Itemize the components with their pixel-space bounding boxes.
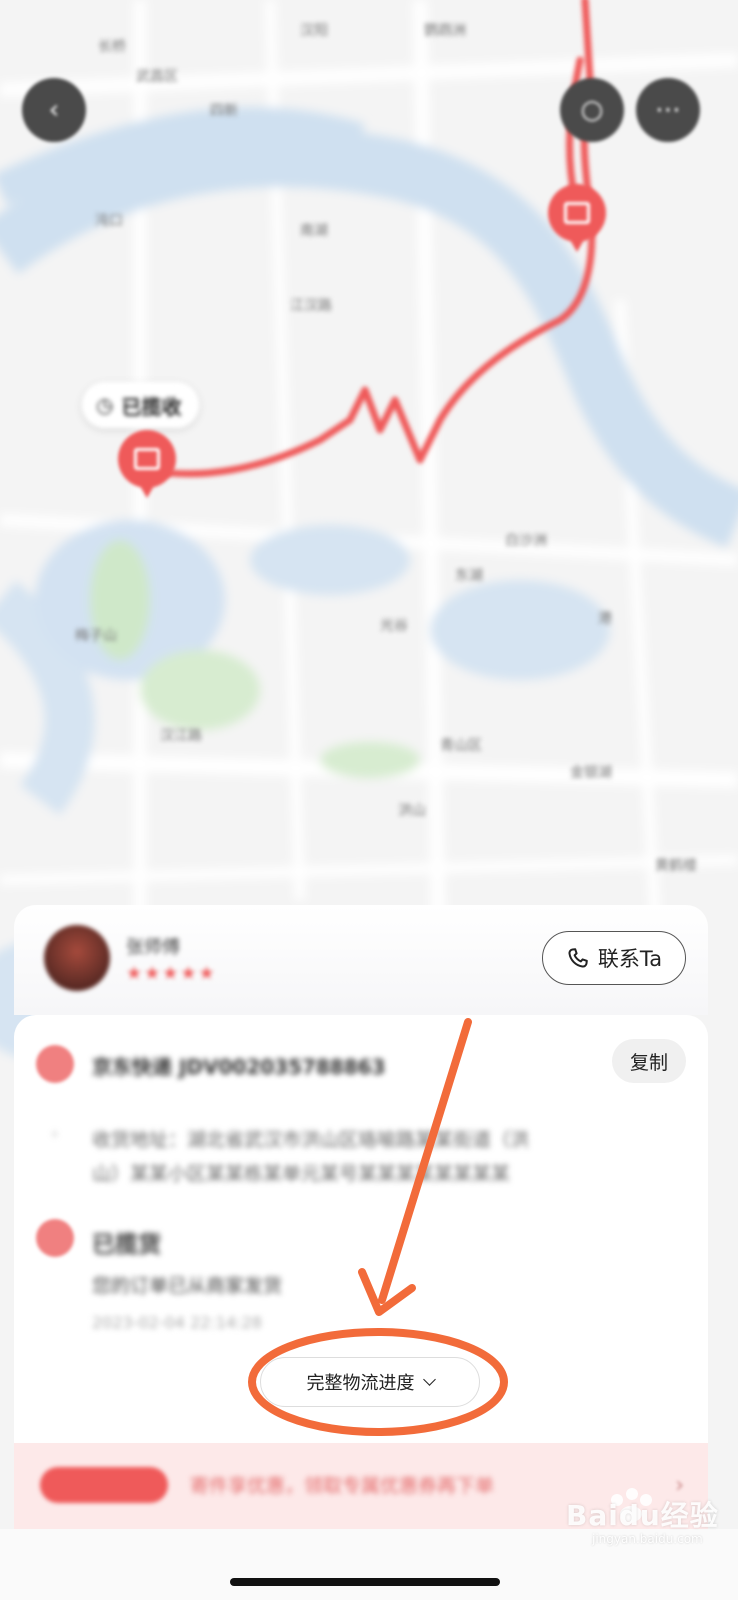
courier-avatar [44,925,110,991]
back-button[interactable]: ‹ [22,78,86,142]
shipping-status-time: 2023-02-04 22:14:28 [92,1313,262,1332]
logistics-detail-card: 京东快递 JDV002035788863 复制 ◦ 收货地址：湖北省武汉市洪山区… [14,1015,708,1443]
contact-courier-label: 联系Ta [597,947,663,971]
address-line-2: 山）某某小区某某栋某单元某号某某某某某某某某 [92,1163,511,1185]
origin-pin-icon[interactable] [118,430,176,498]
map-label: 沌口 [95,213,123,229]
home-indicator[interactable] [230,1578,500,1586]
pickup-status-text: 已揽收 [121,394,182,419]
map-label: 四新 [210,103,238,119]
search-button[interactable]: ○ [560,78,624,142]
chevron-left-icon: ‹ [48,95,60,125]
destination-pin-icon[interactable] [548,184,606,252]
shipping-status-title: 已揽货 [92,1232,161,1258]
map-label: 青山区 [440,738,482,754]
map-label: 金银湖 [570,765,612,781]
watermark-brand: Baidu经验 [566,1499,719,1532]
courier-rating: ★★★★★ [126,963,217,984]
map-label: 光谷 [380,618,408,634]
more-icon: ⋯ [655,95,681,125]
pickup-status-pill: ◷ 已揽收 [82,382,200,428]
tracking-number: 京东快递 JDV002035788863 [92,1055,386,1079]
map-label: 汉江路 [160,728,202,744]
address-line-1: 收货地址：湖北省武汉市洪山区珞喻路某某街道（洪 [92,1129,530,1151]
shipping-status-icon [36,1219,74,1257]
copy-tracking-button[interactable]: 复制 [612,1039,686,1083]
map-label: 鹦鹉洲 [424,23,466,39]
courier-name: 张师傅 [126,937,180,958]
promo-tag [40,1467,168,1503]
full-logistics-progress-label: 完整物流进度 [306,1373,415,1394]
map-label: 东湖 [455,568,483,584]
location-dot-icon: ◦ [50,1125,60,1144]
shipping-status-desc: 您的订单已从商家发货 [92,1275,283,1297]
map-label: 汉阳 [300,23,328,39]
watermark-url: jingyan.baidu.com [592,1532,703,1546]
map-label: 梅子山 [75,628,117,644]
chevron-down-icon [422,1373,436,1386]
map-label: 南湖 [300,223,328,239]
phone-icon [568,948,588,968]
map-label: 长桥 [98,39,126,55]
promo-text: 寄件享优惠，领取专属优惠券再下单 [190,1475,495,1497]
contact-courier-button[interactable]: 联系Ta [542,931,686,985]
clock-icon: ◷ [96,393,114,417]
map-label: 白沙洲 [505,533,547,549]
map-label: 江汉路 [290,298,332,314]
courier-logo-icon [36,1045,74,1083]
map-label: 武昌区 [136,69,178,85]
full-logistics-progress-button[interactable]: 完整物流进度 [260,1357,480,1407]
map-label: 黄鹤楼 [655,858,697,874]
search-icon: ○ [580,95,604,125]
more-button[interactable]: ⋯ [636,78,700,142]
courier-card: 张师傅 ★★★★★ 联系Ta [14,905,708,1015]
map-label: 港 [598,611,612,627]
map-label: 洪山 [398,803,426,819]
